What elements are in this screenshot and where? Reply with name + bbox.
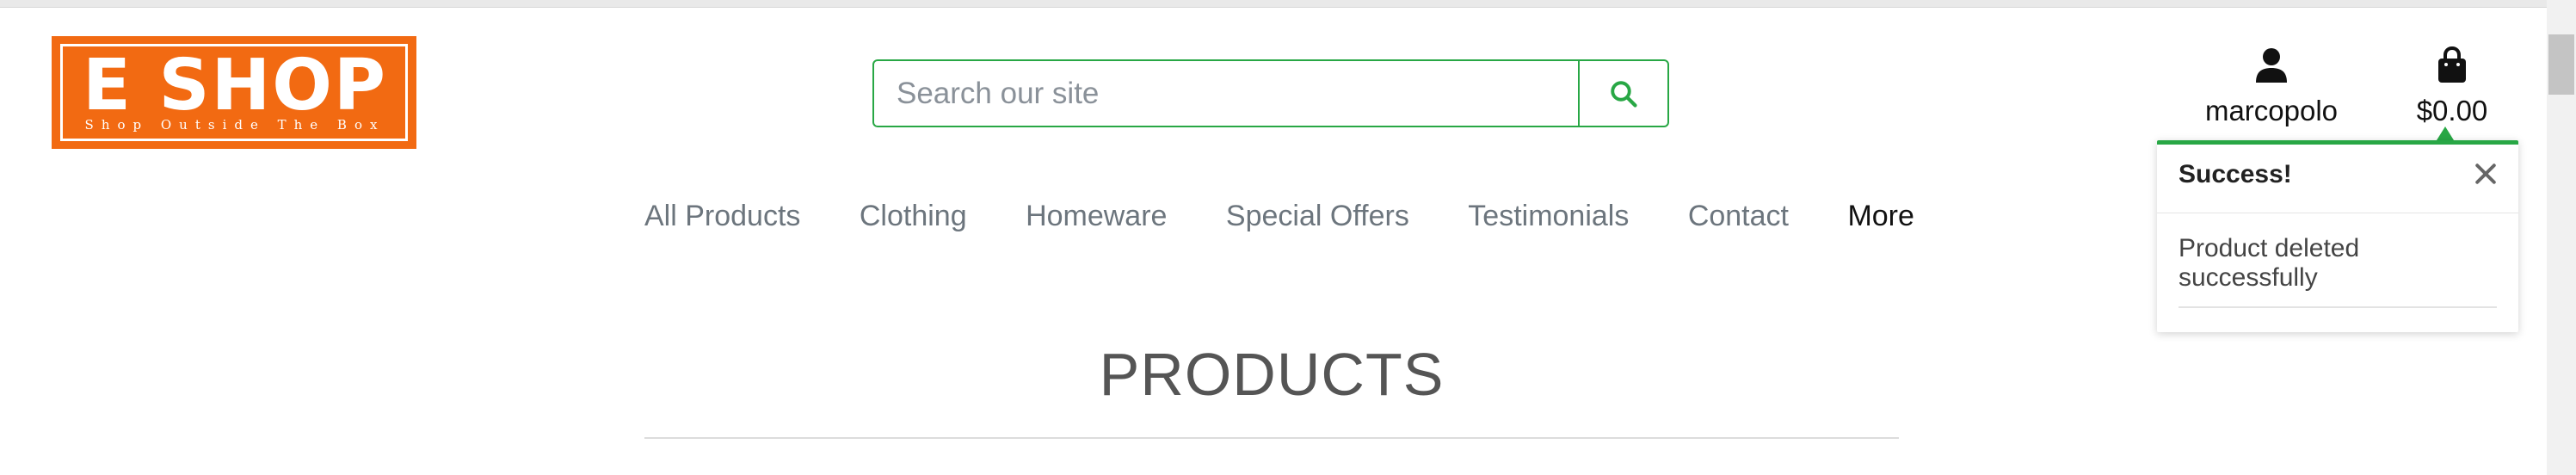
toast-message: Product deleted successfully (2179, 234, 2497, 308)
account-link[interactable]: marcopolo (2185, 46, 2357, 130)
close-icon[interactable] (2474, 162, 2498, 186)
nav-contact[interactable]: Contact (1688, 194, 1789, 238)
toast-header: Success! (2157, 145, 2518, 213)
search-input[interactable] (874, 61, 1580, 126)
nav-homeware[interactable]: Homeware (1026, 194, 1167, 238)
page-title: PRODUCTS (1099, 341, 1445, 408)
scrollbar-thumb[interactable] (2548, 34, 2574, 95)
title-divider (644, 437, 1899, 439)
logo[interactable]: E SHOP Shop Outside The Box (52, 36, 416, 149)
nav-clothing[interactable]: Clothing (860, 194, 967, 238)
nav-more[interactable]: More (1847, 194, 1914, 238)
user-icon (2256, 48, 2287, 83)
account-username: marcopolo (2204, 95, 2339, 126)
top-border (0, 0, 2547, 8)
toast-arrow (2437, 126, 2454, 140)
logo-title: E SHOP (82, 45, 388, 126)
shopping-bag-icon (2438, 46, 2466, 83)
logo-tagline: Shop Outside The Box (84, 117, 385, 133)
success-toast: Success! Product deleted successfully (2157, 140, 2518, 332)
search-bar (872, 59, 1669, 127)
search-button[interactable] (1580, 61, 1667, 126)
shopping-bag-link[interactable]: $0.00 (2400, 46, 2504, 130)
logo-frame: E SHOP Shop Outside The Box (60, 44, 408, 141)
nav-all-products[interactable]: All Products (644, 194, 800, 238)
main-nav: All Products Clothing Homeware Special O… (644, 194, 1914, 238)
nav-testimonials[interactable]: Testimonials (1468, 194, 1629, 238)
bag-total: $0.00 (2416, 95, 2488, 126)
toast-title: Success! (2179, 160, 2292, 188)
search-icon (1611, 80, 1637, 108)
nav-special-offers[interactable]: Special Offers (1226, 194, 1409, 238)
